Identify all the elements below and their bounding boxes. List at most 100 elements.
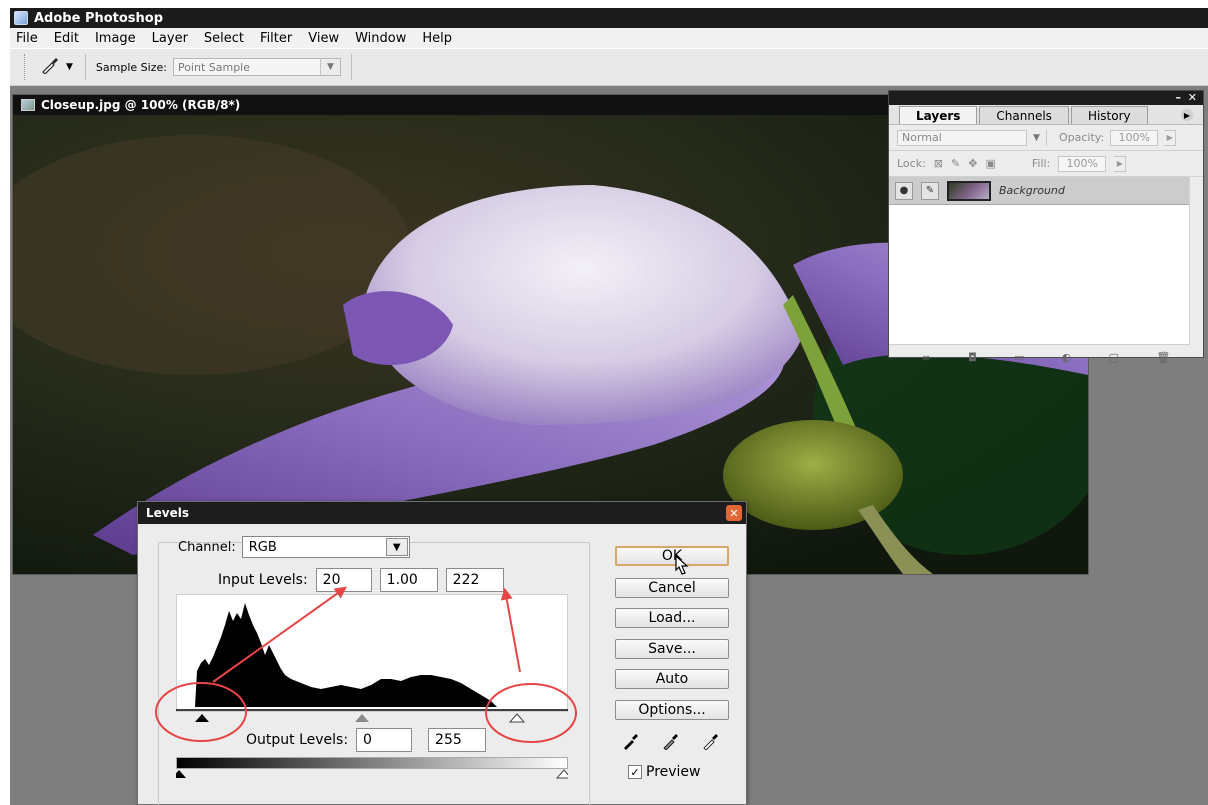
fill-label: Fill: [1031, 157, 1051, 170]
layer-name[interactable]: Background [999, 184, 1065, 197]
palette-title-bar[interactable]: – ✕ [889, 91, 1203, 105]
new-group-icon[interactable]: ▭ [1014, 351, 1024, 364]
output-black-handle[interactable] [172, 770, 186, 778]
input-slider[interactable] [176, 708, 568, 726]
load-label: Load... [648, 610, 696, 626]
auto-button[interactable]: Auto [615, 669, 729, 689]
menu-file[interactable]: File [16, 31, 38, 46]
cancel-button[interactable]: Cancel [615, 578, 729, 598]
opacity-arrow-icon[interactable]: ▶ [1164, 129, 1177, 146]
eyedropper-group [622, 732, 720, 750]
channel-row: Channel: RGB ▼ [178, 536, 410, 558]
menu-image[interactable]: Image [95, 31, 136, 46]
lock-image-icon[interactable]: ✎ [951, 157, 960, 170]
output-black-field[interactable]: 0 [356, 728, 413, 752]
eye-icon[interactable]: ● [895, 181, 913, 200]
layer-list: ● ✎ Background 🔒︎ [889, 177, 1203, 345]
palette-menu-icon[interactable]: ▶ [1181, 109, 1193, 121]
black-point-handle[interactable] [195, 714, 209, 722]
layer-list-scrollbar[interactable] [1189, 177, 1203, 345]
eyedropper-tool-icon [40, 56, 60, 78]
lock-transparency-icon[interactable]: ⊠ [934, 157, 943, 170]
layers-palette: – ✕ Layers Channels History ▶ Normal ▼ O… [888, 90, 1204, 364]
app-title: Adobe Photoshop [34, 10, 164, 26]
document-title: Closeup.jpg @ 100% (RGB/8*) [41, 98, 241, 112]
output-levels-label: Output Levels: [246, 732, 349, 748]
chevron-down-icon: ▼ [1026, 129, 1046, 146]
blend-mode-select[interactable]: Normal ▼ [897, 129, 1047, 146]
menu-filter[interactable]: Filter [260, 31, 292, 46]
auto-label: Auto [655, 671, 689, 687]
trash-icon[interactable]: 🗑︎ [1156, 351, 1170, 364]
options-bar: ▼ Sample Size: Point Sample ▼ [10, 48, 1208, 86]
menu-layer[interactable]: Layer [152, 31, 188, 46]
white-point-handle[interactable] [508, 713, 526, 723]
close-icon[interactable]: ✕ [726, 505, 742, 521]
document-icon [21, 99, 35, 111]
sample-size-label: Sample Size: [95, 60, 167, 74]
photoshop-logo-icon [14, 11, 28, 25]
new-layer-icon[interactable]: ▢ [1109, 351, 1119, 364]
eyedropper-white-icon[interactable] [702, 732, 720, 750]
layer-row[interactable]: ● ✎ Background 🔒︎ [889, 177, 1203, 205]
eyedropper-black-icon[interactable] [622, 732, 640, 750]
output-white-handle[interactable] [555, 769, 573, 779]
input-black-field[interactable]: 20 [315, 568, 372, 592]
menu-edit[interactable]: Edit [54, 31, 79, 46]
link-layers-icon[interactable]: ∞ [922, 351, 931, 364]
adjustment-layer-icon[interactable]: ◐ [1062, 351, 1072, 364]
menu-select[interactable]: Select [204, 31, 244, 46]
blend-row: Normal ▼ Opacity: 100% ▶ [889, 125, 1203, 151]
opacity-label: Opacity: [1059, 131, 1105, 144]
input-levels-label: Input Levels: [218, 572, 308, 588]
output-slider[interactable] [172, 768, 573, 782]
add-mask-icon[interactable]: ◘ [968, 351, 977, 364]
input-white-field[interactable]: 222 [445, 568, 504, 592]
minimize-icon[interactable]: – [1176, 91, 1182, 105]
options-grip[interactable] [24, 54, 28, 80]
fill-arrow-icon[interactable]: ▶ [1114, 155, 1127, 172]
opacity-field[interactable]: 100% [1110, 129, 1159, 146]
menu-window[interactable]: Window [355, 31, 406, 46]
preview-label: Preview [646, 764, 701, 780]
sample-size-select[interactable]: Point Sample ▼ [172, 58, 341, 76]
menu-view[interactable]: View [308, 31, 339, 46]
gamma-handle[interactable] [355, 714, 369, 722]
close-icon[interactable]: ✕ [1188, 91, 1197, 105]
chevron-down-icon: ▼ [66, 62, 73, 72]
preview-row: ✓ Preview [628, 764, 701, 780]
lock-row: Lock: ⊠ ✎ ✥ ▣ Fill: 100% ▶ [889, 151, 1203, 177]
load-button[interactable]: Load... [615, 608, 729, 628]
lock-all-icon[interactable]: ▣ [985, 157, 995, 170]
menu-help[interactable]: Help [422, 31, 452, 46]
input-levels-row: Input Levels: 20 1.00 222 [218, 568, 504, 592]
preview-checkbox[interactable]: ✓ [628, 765, 642, 779]
brush-icon[interactable]: ✎ [921, 181, 939, 200]
menu-bar: File Edit Image Layer Select Filter View… [10, 28, 1208, 48]
sample-size-value: Point Sample [177, 60, 251, 74]
tool-preset-picker[interactable]: ▼ [40, 56, 73, 78]
separator [350, 54, 352, 80]
levels-title-bar[interactable]: Levels ✕ [138, 502, 746, 524]
tab-channels[interactable]: Channels [979, 106, 1069, 124]
tab-history[interactable]: History [1070, 106, 1148, 124]
histogram-shape [195, 603, 497, 707]
input-gamma-field[interactable]: 1.00 [379, 568, 438, 592]
output-white-field[interactable]: 255 [428, 728, 487, 752]
output-levels-row: Output Levels: 0 255 [246, 728, 487, 752]
channel-value: RGB [248, 539, 277, 555]
tab-layers[interactable]: Layers [899, 106, 978, 124]
fill-field[interactable]: 100% [1058, 155, 1107, 172]
save-button[interactable]: Save... [615, 639, 729, 659]
channel-select[interactable]: RGB ▼ [241, 536, 410, 558]
blend-mode-value: Normal [902, 131, 942, 144]
histogram [176, 594, 568, 712]
palette-tabs: Layers Channels History ▶ [889, 105, 1203, 125]
chevron-down-icon: ▼ [319, 59, 340, 75]
lock-position-icon[interactable]: ✥ [968, 157, 977, 170]
channel-label: Channel: [178, 539, 236, 555]
cancel-label: Cancel [648, 580, 696, 596]
app-title-bar: Adobe Photoshop [10, 8, 1208, 28]
options-button[interactable]: Options... [615, 700, 729, 720]
eyedropper-gray-icon[interactable] [662, 732, 680, 750]
